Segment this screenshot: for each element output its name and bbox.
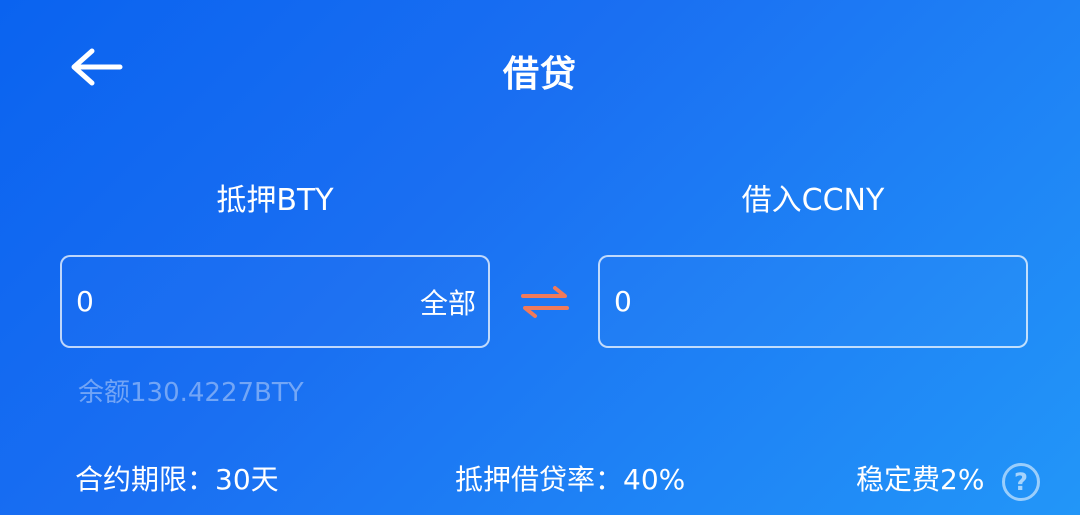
collateral-ratio: 抵押借贷率：40% bbox=[455, 463, 686, 496]
question-circle-icon[interactable]: ? bbox=[1002, 463, 1040, 501]
collateral-field: 全部 bbox=[60, 255, 490, 348]
borrow-field bbox=[598, 255, 1028, 348]
contract-term: 合约期限：30天 bbox=[75, 463, 279, 496]
balance-text: 余额130.4227BTY bbox=[78, 378, 304, 408]
all-button[interactable]: 全部 bbox=[420, 257, 476, 346]
collateral-label: 抵押BTY bbox=[216, 183, 334, 218]
collateral-input[interactable] bbox=[76, 257, 396, 346]
page-title: 借贷 bbox=[502, 54, 577, 95]
swap-arrows-icon[interactable] bbox=[519, 285, 571, 319]
borrow-input[interactable] bbox=[614, 257, 934, 346]
borrow-label: 借入CCNY bbox=[741, 183, 885, 218]
stability-fee: 稳定费2% bbox=[856, 463, 985, 496]
